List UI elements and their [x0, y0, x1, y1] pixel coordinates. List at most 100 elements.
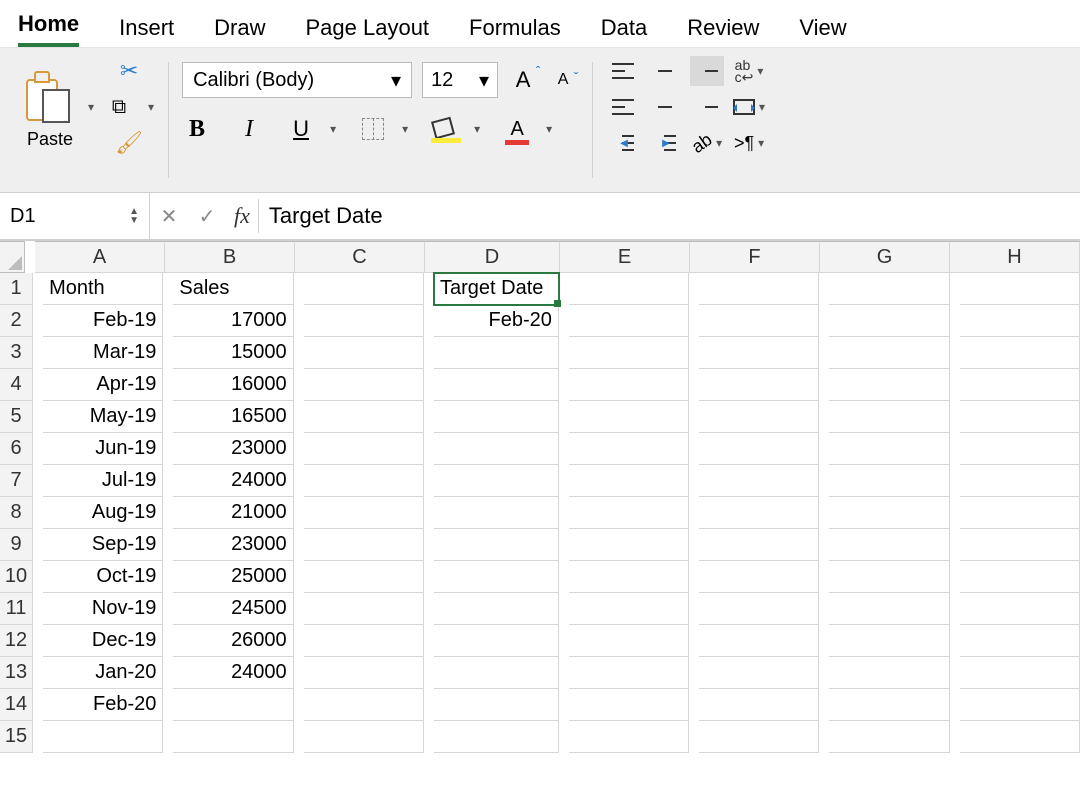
cell-H15[interactable] — [960, 721, 1080, 753]
cancel-edit-button[interactable]: ✕ — [150, 204, 188, 229]
row-header-6[interactable]: 6 — [0, 433, 33, 465]
cell-G8[interactable] — [829, 497, 949, 529]
cell-F2[interactable] — [699, 305, 819, 337]
cell-C13[interactable] — [304, 657, 424, 689]
cell-B10[interactable]: 25000 — [173, 561, 293, 593]
select-all-corner[interactable] — [0, 241, 25, 273]
cell-B5[interactable]: 16500 — [173, 401, 293, 433]
cell-H4[interactable] — [960, 369, 1080, 401]
cell-F12[interactable] — [699, 625, 819, 657]
cell-G11[interactable] — [829, 593, 949, 625]
row-header-12[interactable]: 12 — [0, 625, 33, 657]
column-header-F[interactable]: F — [690, 241, 820, 273]
cell-A6[interactable]: Jun-19 — [43, 433, 163, 465]
cell-G10[interactable] — [829, 561, 949, 593]
cell-H14[interactable] — [960, 689, 1080, 721]
cell-C7[interactable] — [304, 465, 424, 497]
cell-G12[interactable] — [829, 625, 949, 657]
cell-D5[interactable] — [434, 401, 559, 433]
cell-A1[interactable]: Month — [43, 273, 163, 305]
cell-D11[interactable] — [434, 593, 559, 625]
cell-F1[interactable] — [699, 273, 819, 305]
wrap-dropdown-icon[interactable] — [753, 62, 763, 80]
cell-D15[interactable] — [434, 721, 559, 753]
cell-H13[interactable] — [960, 657, 1080, 689]
cell-F15[interactable] — [699, 721, 819, 753]
cell-A12[interactable]: Dec-19 — [43, 625, 163, 657]
cell-C12[interactable] — [304, 625, 424, 657]
paragraph-dropdown-icon[interactable] — [754, 134, 764, 152]
cell-C9[interactable] — [304, 529, 424, 561]
align-top-button[interactable] — [606, 56, 640, 86]
row-header-14[interactable]: 14 — [0, 689, 33, 721]
cell-A5[interactable]: May-19 — [43, 401, 163, 433]
cell-D8[interactable] — [434, 497, 559, 529]
cell-A7[interactable]: Jul-19 — [43, 465, 163, 497]
font-size-select[interactable]: 12 ▾ — [422, 62, 498, 98]
cell-H1[interactable] — [960, 273, 1080, 305]
cell-E10[interactable] — [569, 561, 689, 593]
decrease-indent-button[interactable] — [606, 128, 640, 158]
cell-D13[interactable] — [434, 657, 559, 689]
bold-button[interactable]: B — [182, 114, 212, 144]
format-painter-button[interactable]: 🖌 — [114, 128, 144, 158]
cell-F5[interactable] — [699, 401, 819, 433]
cell-B2[interactable]: 17000 — [173, 305, 293, 337]
align-right-button[interactable] — [690, 92, 724, 122]
cell-A8[interactable]: Aug-19 — [43, 497, 163, 529]
increase-font-button[interactable]: A — [508, 65, 538, 95]
increase-indent-button[interactable] — [648, 128, 682, 158]
cell-A4[interactable]: Apr-19 — [43, 369, 163, 401]
cell-A9[interactable]: Sep-19 — [43, 529, 163, 561]
cell-C3[interactable] — [304, 337, 424, 369]
cell-G1[interactable] — [829, 273, 949, 305]
column-header-H[interactable]: H — [950, 241, 1080, 273]
cell-B12[interactable]: 26000 — [173, 625, 293, 657]
cell-D2[interactable]: Feb-20 — [434, 305, 559, 337]
cell-B9[interactable]: 23000 — [173, 529, 293, 561]
cell-F4[interactable] — [699, 369, 819, 401]
borders-dropdown-icon[interactable] — [398, 120, 408, 138]
copy-button[interactable]: ⧉ — [104, 92, 134, 122]
cell-H8[interactable] — [960, 497, 1080, 529]
underline-dropdown-icon[interactable] — [326, 120, 336, 138]
cell-D14[interactable] — [434, 689, 559, 721]
cell-B1[interactable]: Sales — [173, 273, 293, 305]
cell-F7[interactable] — [699, 465, 819, 497]
cell-C15[interactable] — [304, 721, 424, 753]
cell-G14[interactable] — [829, 689, 949, 721]
confirm-edit-button[interactable]: ✓ — [188, 204, 226, 229]
cell-D12[interactable] — [434, 625, 559, 657]
wrap-text-button[interactable]: ab c↩ — [732, 56, 766, 86]
name-box-stepper-icon[interactable]: ▲▼ — [129, 207, 139, 225]
cell-E14[interactable] — [569, 689, 689, 721]
cell-H9[interactable] — [960, 529, 1080, 561]
cut-button[interactable]: ✂ — [114, 56, 144, 86]
cell-F6[interactable] — [699, 433, 819, 465]
row-header-2[interactable]: 2 — [0, 305, 33, 337]
row-header-7[interactable]: 7 — [0, 465, 33, 497]
align-center-button[interactable] — [648, 92, 682, 122]
decrease-font-button[interactable]: A — [548, 65, 578, 95]
cell-F10[interactable] — [699, 561, 819, 593]
row-header-13[interactable]: 13 — [0, 657, 33, 689]
cell-C11[interactable] — [304, 593, 424, 625]
cell-C8[interactable] — [304, 497, 424, 529]
fill-color-dropdown-icon[interactable] — [470, 120, 480, 138]
cell-G6[interactable] — [829, 433, 949, 465]
cell-B7[interactable]: 24000 — [173, 465, 293, 497]
cell-E3[interactable] — [569, 337, 689, 369]
paste-button[interactable]: Paste — [26, 65, 74, 150]
cell-B15[interactable] — [173, 721, 293, 753]
italic-button[interactable]: I — [234, 114, 264, 144]
cell-G4[interactable] — [829, 369, 949, 401]
cell-C2[interactable] — [304, 305, 424, 337]
cell-H6[interactable] — [960, 433, 1080, 465]
column-header-B[interactable]: B — [165, 241, 295, 273]
cell-H10[interactable] — [960, 561, 1080, 593]
cell-F3[interactable] — [699, 337, 819, 369]
row-header-8[interactable]: 8 — [0, 497, 33, 529]
align-bottom-button[interactable] — [690, 56, 724, 86]
cell-D6[interactable] — [434, 433, 559, 465]
cell-F13[interactable] — [699, 657, 819, 689]
